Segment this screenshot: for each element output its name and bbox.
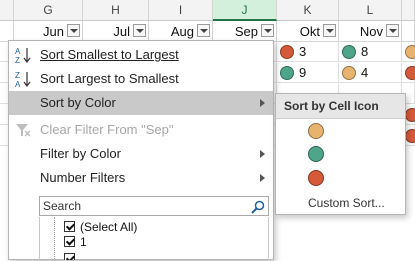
filter-cell-okt[interactable]: Okt	[277, 21, 339, 42]
column-header-H[interactable]: H	[83, 0, 149, 20]
header-label: Jun	[43, 24, 64, 39]
menu-sort-ascending[interactable]: A Z Sort Smallest to Largest	[9, 43, 273, 67]
sort-a-to-z-icon: A Z	[15, 47, 31, 64]
filter-cell-jul[interactable]: Jul	[83, 21, 149, 42]
orange-circle-icon[interactable]	[308, 123, 324, 139]
table-cell[interactable]	[402, 42, 415, 62]
search-icon	[251, 200, 265, 214]
column-header-K[interactable]: K	[277, 0, 339, 20]
orange-circle-icon	[342, 66, 356, 80]
filter-cell-blank	[0, 21, 14, 42]
svg-text:Z: Z	[15, 56, 20, 64]
filter-cell-next[interactable]	[402, 21, 415, 42]
column-header-L[interactable]: L	[339, 0, 402, 20]
list-item-label: (Select All)	[80, 220, 138, 234]
menu-label: Sort by Color	[40, 95, 116, 110]
green-circle-icon[interactable]	[308, 146, 324, 162]
menu-filter-by-color[interactable]: Filter by Color	[9, 142, 273, 166]
menu-sort-descending[interactable]: Z A Sort Largest to Smallest	[9, 67, 273, 91]
cell-value: 9	[299, 65, 307, 80]
search-input[interactable]	[40, 197, 248, 215]
cell-value: 3	[299, 44, 307, 59]
table-cell[interactable]: 9	[277, 63, 339, 83]
menu-number-filters[interactable]: Number Filters	[9, 166, 273, 190]
submenu-arrow-icon	[260, 174, 265, 182]
menu-label: Clear Filter From "Sep"	[40, 122, 174, 137]
checkbox[interactable]	[64, 236, 75, 247]
red-circle-icon	[280, 45, 294, 59]
filter-dropdown-button[interactable]	[386, 24, 399, 37]
column-header-row-number[interactable]	[0, 0, 14, 20]
svg-text:Z: Z	[15, 71, 20, 80]
svg-text:A: A	[15, 80, 21, 88]
table-cell[interactable]: 8	[339, 42, 402, 62]
table-cell[interactable]: 4	[339, 63, 402, 83]
filter-cell-nov[interactable]: Nov	[339, 21, 402, 42]
filter-dropdown-button[interactable]	[197, 24, 210, 37]
svg-text:A: A	[15, 47, 21, 56]
submenu-arrow-icon	[260, 150, 265, 158]
red-circle-icon	[405, 66, 415, 80]
sort-z-to-a-icon: Z A	[15, 71, 31, 88]
menu-label: Sort Smallest to Largest	[40, 47, 179, 62]
checkbox[interactable]	[64, 221, 75, 232]
table-cell[interactable]	[402, 63, 415, 83]
clear-filter-icon	[16, 124, 31, 137]
autofilter-menu: A Z Sort Smallest to Largest Z A Sort La…	[8, 40, 274, 261]
red-circle-icon	[405, 108, 415, 122]
column-header-bar: G H I J K L	[0, 0, 415, 21]
menu-label: Sort Largest to Smallest	[40, 71, 179, 86]
filter-dropdown-button[interactable]	[67, 24, 80, 37]
filter-cell-jun[interactable]: Jun	[14, 21, 83, 42]
list-item-label: 1	[80, 235, 87, 249]
column-header-G[interactable]: G	[14, 0, 83, 20]
filter-dropdown-button[interactable]	[261, 24, 274, 37]
cell-value: 4	[361, 65, 369, 80]
filter-dropdown-button[interactable]	[133, 24, 146, 37]
green-circle-icon	[280, 66, 294, 80]
menu-clear-filter[interactable]: Clear Filter From "Sep"	[9, 118, 273, 142]
cell-value: 8	[361, 44, 369, 59]
filter-header-row: Jun Jul Aug Sep Okt Nov	[0, 21, 415, 42]
header-label: Jul	[113, 24, 130, 39]
filter-dropdown-button[interactable]	[323, 24, 336, 37]
column-header-J[interactable]: J	[213, 0, 277, 21]
list-item-select-all[interactable]: (Select All)	[40, 220, 268, 235]
filter-value-list[interactable]: (Select All) 1	[39, 217, 269, 261]
search-box	[39, 196, 269, 216]
green-circle-icon	[342, 45, 356, 59]
column-header-I[interactable]: I	[149, 0, 213, 20]
red-circle-icon	[405, 129, 415, 143]
menu-label: Number Filters	[40, 170, 126, 185]
red-circle-icon[interactable]	[308, 170, 324, 186]
menu-label: Filter by Color	[40, 146, 121, 161]
header-label: Sep	[234, 24, 258, 39]
sort-by-color-submenu: Sort by Cell Icon Custom Sort...	[275, 93, 406, 215]
filter-cell-aug[interactable]: Aug	[149, 21, 213, 42]
header-label: Okt	[299, 24, 320, 39]
submenu-title: Sort by Cell Icon	[284, 99, 379, 113]
menu-sort-by-color[interactable]: Sort by Color	[9, 91, 273, 115]
header-label: Aug	[170, 24, 194, 39]
header-label: Nov	[359, 24, 383, 39]
table-cell[interactable]: 3	[277, 42, 339, 62]
submenu-arrow-icon	[260, 99, 265, 107]
orange-circle-icon	[405, 45, 415, 59]
submenu-header: Sort by Cell Icon	[276, 94, 405, 119]
filter-cell-sep[interactable]: Sep	[213, 21, 277, 42]
custom-sort-button[interactable]: Custom Sort...	[308, 195, 385, 211]
list-item[interactable]: 1	[40, 235, 268, 250]
checkbox[interactable]	[64, 253, 75, 260]
column-header-M[interactable]	[402, 0, 415, 20]
